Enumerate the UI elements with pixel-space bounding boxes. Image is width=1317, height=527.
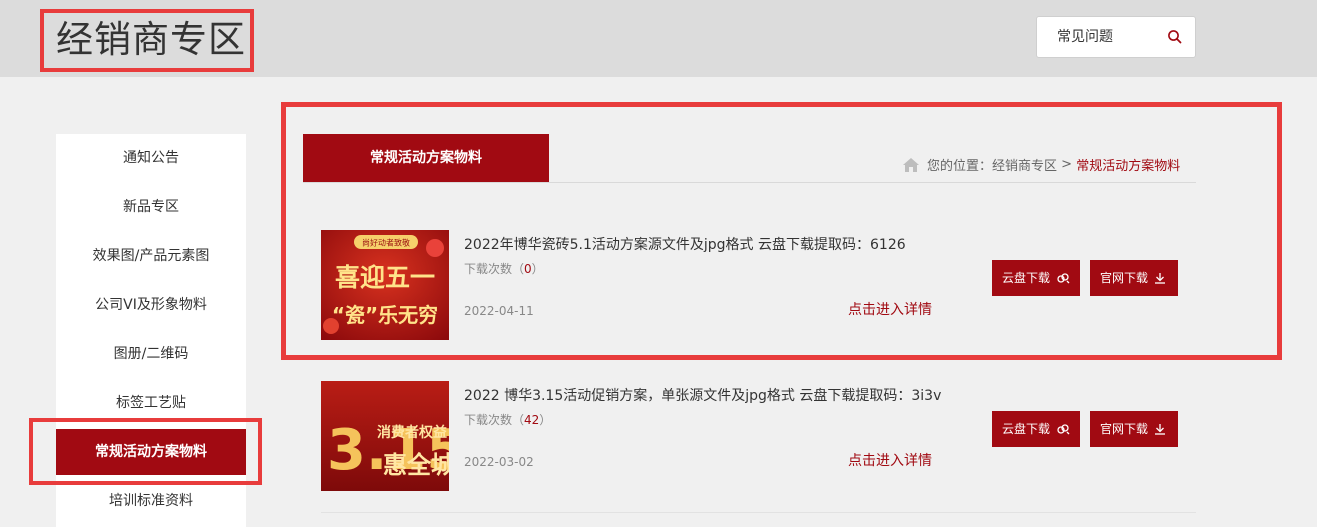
sidebar-item-vi-materials[interactable]: 公司VI及形象物料: [56, 283, 246, 327]
thumb-line1: 消费者权益日: [377, 424, 449, 441]
content-highlight-box: [281, 102, 1282, 360]
cloud-download-button[interactable]: 云盘下载: [992, 411, 1080, 447]
item-title[interactable]: 2022 博华3.15活动促销方案，单张源文件及jpg格式 云盘下载提取码：3i…: [464, 385, 941, 405]
sidebar-item-renderings[interactable]: 效果图/产品元素图: [56, 234, 246, 278]
official-download-button[interactable]: 官网下载: [1090, 411, 1178, 447]
sidebar-item-new-products[interactable]: 新品专区: [56, 185, 246, 229]
item-date: 2022-03-02: [464, 455, 534, 469]
download-count-label: 下载次数（: [464, 413, 525, 427]
search-input[interactable]: [1057, 27, 1157, 47]
sidebar-item-notices[interactable]: 通知公告: [56, 136, 246, 180]
detail-link[interactable]: 点击进入详情: [848, 450, 932, 470]
download-count-value: 42: [524, 413, 540, 427]
search-icon[interactable]: [1167, 29, 1183, 45]
list-divider: [321, 512, 1196, 513]
sidebar-highlight-box: [29, 418, 262, 485]
download-icon: [1155, 424, 1165, 435]
sidebar-item-catalog-qrcode[interactable]: 图册/二维码: [56, 332, 246, 376]
official-download-label: 官网下载: [1100, 422, 1149, 436]
cloud-download-label: 云盘下载: [1002, 422, 1051, 436]
item-thumbnail[interactable]: 3.15 消费者权益日 惠全城: [321, 381, 449, 491]
link-icon: [1057, 424, 1070, 435]
download-count: 下载次数（42）: [464, 411, 551, 428]
download-count-suffix: ）: [539, 413, 552, 427]
list-item: 3.15 消费者权益日 惠全城 2022 博华3.15活动促销方案，单张源文件及…: [321, 381, 1196, 501]
sidebar-item-training[interactable]: 培训标准资料: [56, 479, 246, 523]
thumb-line2: 惠全城: [383, 451, 449, 479]
site-title: 经销商专区: [40, 9, 254, 72]
